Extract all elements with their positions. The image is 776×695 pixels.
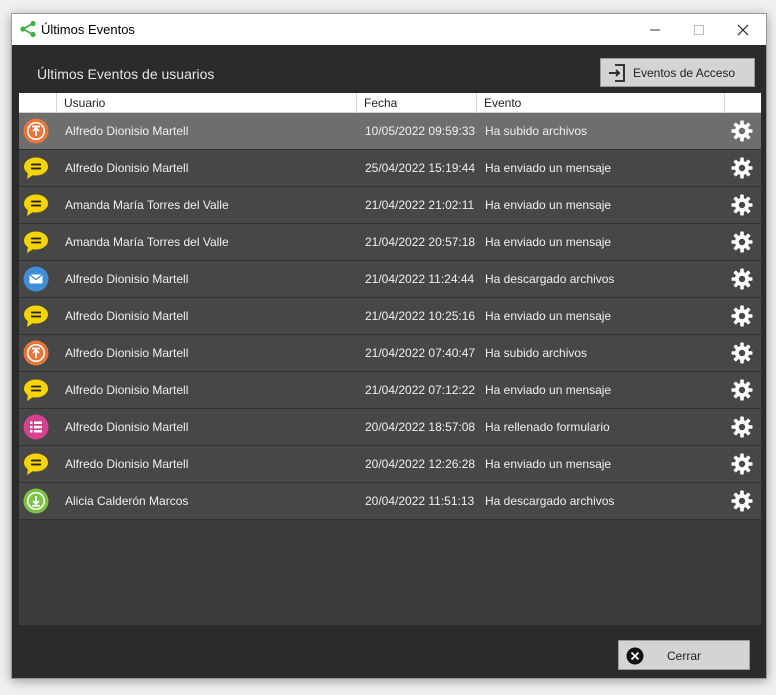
date-cell: 21/04/2022 10:25:16 <box>365 309 476 323</box>
close-button-label: Cerrar <box>666 649 701 663</box>
message-event-icon <box>23 451 49 477</box>
date-cell: 25/04/2022 15:19:44 <box>365 161 476 175</box>
window-title: Últimos Eventos <box>41 22 135 37</box>
table-row[interactable]: Alicia Calderón Marcos 20/04/2022 11:51:1… <box>19 483 761 520</box>
minimize-icon <box>650 29 660 30</box>
message-event-icon <box>23 155 49 181</box>
maximize-button[interactable] <box>676 14 722 45</box>
event-cell: Ha subido archivos <box>485 346 588 360</box>
event-cell: Ha descargado archivos <box>485 494 615 508</box>
table-body: Alfredo Dionisio Martell 10/05/2022 09:59… <box>19 113 761 520</box>
close-icon <box>737 24 749 35</box>
user-cell: Alicia Calderón Marcos <box>65 494 189 508</box>
close-window-button[interactable] <box>720 14 766 45</box>
user-cell: Alfredo Dionisio Martell <box>65 161 189 175</box>
table-row[interactable]: Alfredo Dionisio Martell 10/05/2022 09:59… <box>19 113 761 150</box>
date-cell: 20/04/2022 11:51:13 <box>365 494 475 508</box>
user-cell: Amanda María Torres del Valle <box>65 235 229 249</box>
download-event-icon <box>23 488 49 514</box>
gear-icon[interactable] <box>731 305 753 327</box>
section-heading: Últimos Eventos de usuarios <box>37 66 215 82</box>
column-header-user[interactable]: Usuario <box>57 93 357 113</box>
event-cell: Ha subido archivos <box>485 124 588 138</box>
user-cell: Alfredo Dionisio Martell <box>65 383 189 397</box>
access-events-button[interactable]: Eventos de Acceso <box>600 58 755 87</box>
events-table: Usuario Fecha Evento Alfredo Dionisio Ma… <box>19 93 761 625</box>
mail-event-icon <box>23 266 49 292</box>
icon-column-header[interactable] <box>19 93 57 113</box>
date-cell: 21/04/2022 07:40:47 <box>365 346 476 360</box>
gear-icon[interactable] <box>731 157 753 179</box>
gear-icon[interactable] <box>731 268 753 290</box>
user-cell: Alfredo Dionisio Martell <box>65 346 189 360</box>
table-row[interactable]: Amanda María Torres del Valle 21/04/2022 … <box>19 224 761 261</box>
user-cell: Amanda María Torres del Valle <box>65 198 229 212</box>
message-event-icon <box>23 303 49 329</box>
table-row[interactable]: Alfredo Dionisio Martell 20/04/2022 12:26… <box>19 446 761 483</box>
share-icon <box>20 20 36 38</box>
event-cell: Ha rellenado formulario <box>485 420 610 434</box>
message-event-icon <box>23 192 49 218</box>
upload-event-icon <box>23 118 49 144</box>
gear-icon[interactable] <box>731 342 753 364</box>
title-bar[interactable]: Últimos Eventos <box>12 14 766 45</box>
event-cell: Ha descargado archivos <box>485 272 615 286</box>
user-cell: Alfredo Dionisio Martell <box>65 457 189 471</box>
date-cell: 20/04/2022 12:26:28 <box>365 457 476 471</box>
table-row[interactable]: Alfredo Dionisio Martell 21/04/2022 11:24… <box>19 261 761 298</box>
actions-column-header[interactable] <box>725 93 761 113</box>
close-button[interactable]: Cerrar <box>618 640 750 670</box>
user-cell: Alfredo Dionisio Martell <box>65 420 189 434</box>
gear-icon[interactable] <box>731 120 753 142</box>
event-cell: Ha enviado un mensaje <box>485 198 612 212</box>
event-cell: Ha enviado un mensaje <box>485 161 612 175</box>
table-row[interactable]: Alfredo Dionisio Martell 25/04/2022 15:19… <box>19 150 761 187</box>
date-cell: 21/04/2022 20:57:18 <box>365 235 476 249</box>
gear-icon[interactable] <box>731 453 753 475</box>
user-cell: Alfredo Dionisio Martell <box>65 272 189 286</box>
table-row[interactable]: Alfredo Dionisio Martell 21/04/2022 07:40… <box>19 335 761 372</box>
user-cell: Alfredo Dionisio Martell <box>65 309 189 323</box>
access-events-label: Eventos de Acceso <box>633 65 736 80</box>
form-event-icon <box>23 414 49 440</box>
table-header: Usuario Fecha Evento <box>19 93 761 113</box>
message-event-icon <box>23 377 49 403</box>
gear-icon[interactable] <box>731 231 753 253</box>
event-cell: Ha enviado un mensaje <box>485 383 612 397</box>
client-area: Últimos Eventos de usuarios Eventos de A… <box>12 45 766 678</box>
event-cell: Ha enviado un mensaje <box>485 235 612 249</box>
event-cell: Ha enviado un mensaje <box>485 309 612 323</box>
column-header-event[interactable]: Evento <box>477 93 725 113</box>
login-icon <box>609 63 625 82</box>
maximize-icon <box>694 24 704 35</box>
gear-icon[interactable] <box>731 490 753 512</box>
message-event-icon <box>23 229 49 255</box>
table-row[interactable]: Alfredo Dionisio Martell 21/04/2022 10:25… <box>19 298 761 335</box>
minimize-button[interactable] <box>632 14 678 45</box>
date-cell: 20/04/2022 18:57:08 <box>365 420 476 434</box>
upload-event-icon <box>23 340 49 366</box>
gear-icon[interactable] <box>731 194 753 216</box>
column-header-date[interactable]: Fecha <box>357 93 477 113</box>
table-row[interactable]: Alfredo Dionisio Martell 21/04/2022 07:12… <box>19 372 761 409</box>
app-window: Últimos Eventos Últimos Eventos de usuar… <box>11 13 767 679</box>
event-cell: Ha enviado un mensaje <box>485 457 612 471</box>
table-row[interactable]: Alfredo Dionisio Martell 20/04/2022 18:57… <box>19 409 761 446</box>
user-cell: Alfredo Dionisio Martell <box>65 124 189 138</box>
table-row[interactable]: Amanda María Torres del Valle 21/04/2022 … <box>19 187 761 224</box>
gear-icon[interactable] <box>731 379 753 401</box>
date-cell: 10/05/2022 09:59:33 <box>365 124 476 138</box>
date-cell: 21/04/2022 07:12:22 <box>365 383 476 397</box>
gear-icon[interactable] <box>731 416 753 438</box>
date-cell: 21/04/2022 21:02:11 <box>365 198 475 212</box>
date-cell: 21/04/2022 11:24:44 <box>365 272 475 286</box>
